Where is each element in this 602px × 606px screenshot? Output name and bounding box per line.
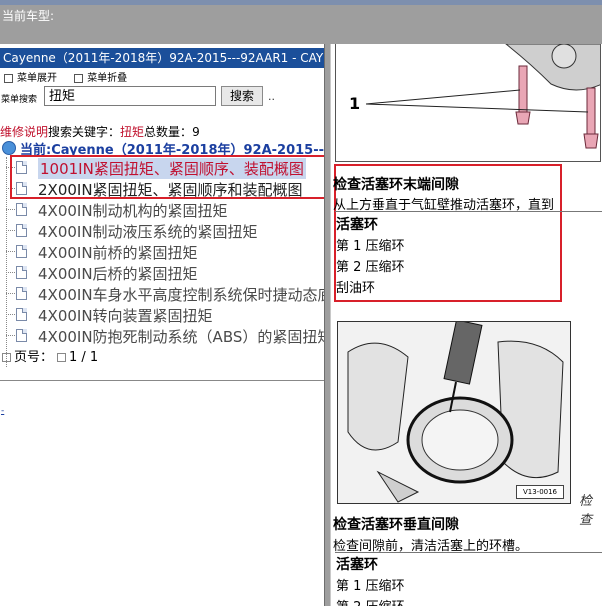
- document-pane: 1 检查活塞环末端间隙 从上方垂直于气缸壁推动活塞环，直到 活塞环 第 1 压缩…: [331, 44, 602, 606]
- callout-number: 1: [349, 94, 361, 113]
- tree-item-7[interactable]: 4X00IN车身水平高度控制系统保时捷动态底盘: [0, 283, 324, 304]
- highlight-box-left: [10, 155, 324, 199]
- table-rule: [335, 552, 602, 553]
- document-icon: [16, 329, 27, 342]
- top-bar: 当前车型:: [0, 0, 602, 44]
- search-more-link[interactable]: ..: [268, 90, 275, 103]
- section1-title: 检查活塞环末端间隙: [333, 177, 459, 193]
- table-row: 第 2 压缩环: [336, 260, 405, 275]
- tree-item-label: 4X00IN防抱死制动系统（ABS）的紧固扭矩: [38, 328, 324, 346]
- tree-item-label: 4X00IN车身水平高度控制系统保时捷动态底盘: [38, 286, 324, 304]
- search-label: 菜单搜索: [1, 95, 38, 105]
- tiny-link[interactable]: -: [1, 406, 4, 416]
- document-icon: [16, 308, 27, 321]
- tree-item-4[interactable]: 4X00IN制动液压系统的紧固扭矩: [0, 220, 324, 241]
- search-input[interactable]: 扭矩: [44, 86, 216, 106]
- document-icon: [16, 224, 27, 237]
- pager-value: 1 / 1: [69, 350, 99, 365]
- menu-toggle-row: 菜单展开 菜单折叠: [0, 69, 127, 85]
- table-row: 第 2 压缩环: [336, 596, 405, 606]
- table-row: 第 1 压缩环: [336, 579, 405, 594]
- current-model-label: 当前车型:: [2, 9, 55, 23]
- bolt-drawing: [365, 44, 600, 149]
- search-summary: 维修说明搜索关键字：扭矩总数量：9: [0, 123, 200, 140]
- pager-label: 页号：: [14, 350, 54, 365]
- search-button[interactable]: 搜索: [221, 86, 263, 106]
- vehicle-title-bar: Cayenne（2011年-2018年）92A-2015---92AAR1 - …: [0, 48, 324, 68]
- collapse-icon: [74, 73, 84, 83]
- pager-icon: [2, 353, 11, 362]
- pager-icon: [57, 353, 67, 362]
- tree-item-label: 4X00IN前桥的紧固扭矩: [38, 244, 198, 262]
- divider: [0, 380, 324, 381]
- expand-icon: [4, 73, 13, 83]
- document-icon: [16, 245, 27, 258]
- tree-item-8[interactable]: 4X00IN转向装置紧固扭矩: [0, 304, 324, 325]
- section2-table-title: 活塞环: [336, 557, 378, 573]
- section1-table-title: 活塞环: [336, 217, 378, 233]
- tree-item-9[interactable]: 4X00IN防抱死制动系统（ABS）的紧固扭矩: [0, 325, 324, 346]
- menu-collapse-link[interactable]: 菜单折叠: [87, 73, 127, 84]
- summary-keyword: 扭矩: [120, 125, 145, 139]
- summary-count-label: 总数量：: [144, 125, 193, 139]
- tree-item-label: 4X00IN转向装置紧固扭矩: [38, 307, 213, 325]
- side-caption: 检查: [579, 494, 593, 528]
- image-reference-tag: V13-0016: [516, 485, 564, 499]
- menu-expand-link[interactable]: 菜单展开: [17, 73, 57, 84]
- left-navigation-pane: Cayenne（2011年-2018年）92A-2015---92AAR1 - …: [0, 44, 324, 606]
- summary-prefix: 维修说明: [0, 125, 49, 139]
- top-accent-strip: [0, 0, 602, 5]
- bolt-illustration: [335, 44, 601, 162]
- table-rule: [335, 211, 602, 212]
- tree-item-label: 4X00IN制动液压系统的紧固扭矩: [38, 223, 258, 241]
- table-row: 刮油环: [336, 281, 376, 296]
- piston-ring-drawing: [338, 322, 570, 503]
- document-icon: [16, 203, 27, 216]
- globe-icon: [2, 141, 16, 155]
- search-row: 菜单搜索 扭矩 搜索 ..: [0, 86, 324, 108]
- tree-item-5[interactable]: 4X00IN前桥的紧固扭矩: [0, 241, 324, 262]
- document-icon: [16, 266, 27, 279]
- tree-item-6[interactable]: 4X00IN后桥的紧固扭矩: [0, 262, 324, 283]
- pane-splitter[interactable]: [324, 44, 331, 606]
- tree-item-3[interactable]: 4X00IN制动机构的紧固扭矩: [0, 199, 324, 220]
- table-row: 第 1 压缩环: [336, 239, 405, 254]
- pager: 页号： 1 / 1: [2, 346, 98, 365]
- tree-item-label: 4X00IN后桥的紧固扭矩: [38, 265, 198, 283]
- summary-keyword-label: 搜索关键字：: [48, 125, 121, 139]
- tree-item-label: 4X00IN制动机构的紧固扭矩: [38, 202, 228, 220]
- summary-count: 9: [192, 125, 200, 139]
- section2-title: 检查活塞环垂直间隙: [333, 517, 459, 533]
- document-icon: [16, 287, 27, 300]
- piston-ring-illustration: V13-0016: [337, 321, 571, 504]
